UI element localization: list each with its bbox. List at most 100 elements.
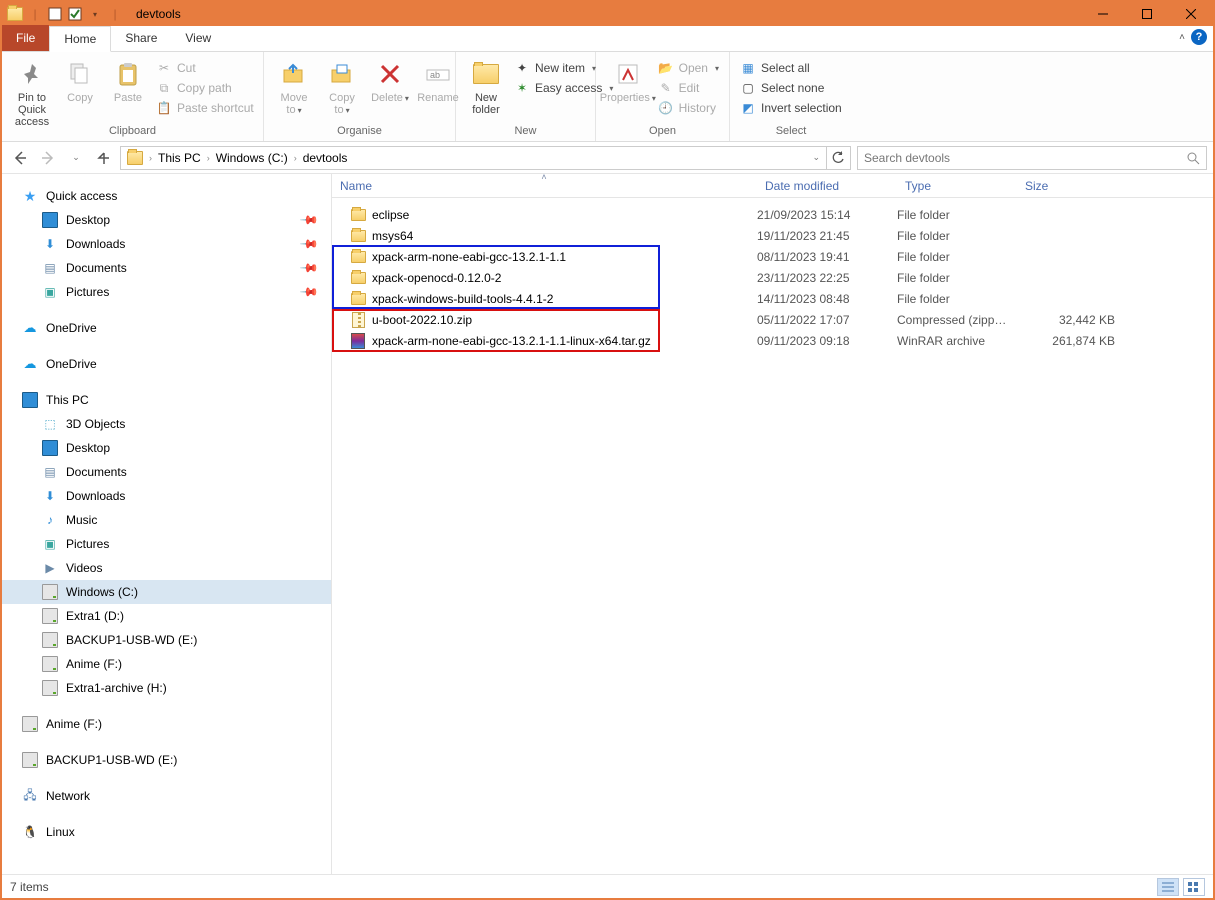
- cloud-icon: ☁: [22, 320, 38, 336]
- nav-documents[interactable]: ▤Documents📌: [2, 256, 331, 280]
- network-icon: 🖧: [22, 788, 38, 804]
- crumb-this-pc[interactable]: This PC: [154, 151, 205, 165]
- nav-extra1-archive-h[interactable]: Extra1-archive (H:): [2, 676, 331, 700]
- pin-icon: 📌: [299, 258, 319, 278]
- move-to-button[interactable]: Move to▾: [270, 54, 318, 117]
- nav-linux[interactable]: 🐧Linux: [2, 820, 331, 844]
- nav-onedrive-1[interactable]: ☁OneDrive: [2, 316, 331, 340]
- tab-view[interactable]: View: [171, 25, 225, 51]
- addr-dropdown[interactable]: ⌄: [808, 152, 824, 163]
- col-size[interactable]: Size: [1017, 174, 1127, 197]
- view-large-icons-button[interactable]: [1183, 878, 1205, 896]
- help-button[interactable]: ?: [1191, 29, 1207, 45]
- new-folder-button[interactable]: New folder: [462, 54, 510, 116]
- copy-to-icon: [326, 58, 358, 90]
- music-icon: ♪: [42, 512, 58, 528]
- refresh-button[interactable]: [826, 147, 848, 169]
- file-type: File folder: [897, 292, 1017, 306]
- history-button[interactable]: 🕘History: [654, 98, 723, 118]
- nav-pc-pictures[interactable]: ▣Pictures: [2, 532, 331, 556]
- file-row[interactable]: eclipse21/09/2023 15:14File folder: [332, 204, 1213, 225]
- nav-3d-objects[interactable]: ⬚3D Objects: [2, 412, 331, 436]
- cut-button[interactable]: ✂Cut: [152, 58, 258, 78]
- crumb-devtools[interactable]: devtools: [299, 151, 352, 165]
- col-type[interactable]: Type: [897, 174, 1017, 197]
- drive-icon: [42, 608, 58, 624]
- col-date[interactable]: Date modified: [757, 174, 897, 197]
- file-date: 21/09/2023 15:14: [757, 208, 897, 222]
- nav-up[interactable]: [92, 146, 116, 170]
- file-row[interactable]: xpack-arm-none-eabi-gcc-13.2.1-1.1-linux…: [332, 330, 1213, 351]
- copy-path-button[interactable]: ⧉Copy path: [152, 78, 258, 98]
- file-row[interactable]: xpack-openocd-0.12.0-223/11/2023 22:25Fi…: [332, 267, 1213, 288]
- nav-videos[interactable]: ▶Videos: [2, 556, 331, 580]
- search-box[interactable]: Search devtools: [857, 146, 1207, 170]
- address-bar[interactable]: › This PC› Windows (C:)› devtools ⌄: [120, 146, 851, 170]
- delete-button[interactable]: Delete▾: [366, 54, 414, 105]
- nav-downloads[interactable]: ⬇Downloads📌: [2, 232, 331, 256]
- file-date: 09/11/2023 09:18: [757, 334, 897, 348]
- cube-icon: ⬚: [42, 416, 58, 432]
- drive-icon: [42, 680, 58, 696]
- nav-extra1-d[interactable]: Extra1 (D:): [2, 604, 331, 628]
- crumb-windows-c[interactable]: Windows (C:): [212, 151, 292, 165]
- nav-music[interactable]: ♪Music: [2, 508, 331, 532]
- nav-pc-documents[interactable]: ▤Documents: [2, 460, 331, 484]
- nav-windows-c[interactable]: Windows (C:): [2, 580, 331, 604]
- nav-desktop[interactable]: Desktop📌: [2, 208, 331, 232]
- nav-this-pc[interactable]: This PC: [2, 388, 331, 412]
- nav-pictures[interactable]: ▣Pictures📌: [2, 280, 331, 304]
- nav-forward[interactable]: [36, 146, 60, 170]
- tab-share[interactable]: Share: [111, 25, 171, 51]
- pin-to-quick-access-button[interactable]: Pin to Quick access: [8, 54, 56, 128]
- copy-button[interactable]: Copy: [56, 54, 104, 104]
- view-details-button[interactable]: [1157, 878, 1179, 896]
- paste-button[interactable]: Paste: [104, 54, 152, 104]
- paste-shortcut-button[interactable]: 📋Paste shortcut: [152, 98, 258, 118]
- nav-recent[interactable]: ⌄: [64, 146, 88, 170]
- copy-to-button[interactable]: Copy to▾: [318, 54, 366, 117]
- invert-selection-button[interactable]: ◩Invert selection: [736, 98, 846, 118]
- nav-pc-desktop[interactable]: Desktop: [2, 436, 331, 460]
- close-button[interactable]: [1169, 2, 1213, 26]
- navigation-pane[interactable]: ★Quick access Desktop📌 ⬇Downloads📌 ▤Docu…: [2, 174, 332, 874]
- properties-button[interactable]: Properties▾: [602, 54, 654, 105]
- nav-backup-e[interactable]: BACKUP1-USB-WD (E:): [2, 628, 331, 652]
- qat-dropdown[interactable]: ▾: [86, 5, 104, 23]
- nav-back[interactable]: [8, 146, 32, 170]
- maximize-button[interactable]: [1125, 2, 1169, 26]
- desktop-icon: [42, 440, 58, 456]
- nav-anime-f[interactable]: Anime (F:): [2, 652, 331, 676]
- group-label-open: Open: [602, 125, 723, 141]
- nav-backup-root[interactable]: BACKUP1-USB-WD (E:): [2, 748, 331, 772]
- qat-newfolder-toggle[interactable]: [66, 5, 84, 23]
- ribbon: Pin to Quick access Copy Paste ✂Cut ⧉Cop…: [2, 52, 1213, 142]
- edit-button[interactable]: ✎Edit: [654, 78, 723, 98]
- file-row[interactable]: xpack-windows-build-tools-4.4.1-214/11/2…: [332, 288, 1213, 309]
- qat-properties-toggle[interactable]: [46, 5, 64, 23]
- nav-quick-access[interactable]: ★Quick access: [2, 184, 331, 208]
- rename-button[interactable]: ab Rename: [414, 54, 462, 104]
- drive-icon: [42, 584, 58, 600]
- nav-network[interactable]: 🖧Network: [2, 784, 331, 808]
- minimize-button[interactable]: [1081, 2, 1125, 26]
- folder-icon: [350, 270, 366, 286]
- tab-file[interactable]: File: [2, 25, 49, 51]
- move-to-icon: [278, 58, 310, 90]
- file-row[interactable]: msys6419/11/2023 21:45File folder: [332, 225, 1213, 246]
- open-button[interactable]: 📂Open▾: [654, 58, 723, 78]
- select-none-button[interactable]: ▢Select none: [736, 78, 846, 98]
- nav-onedrive-2[interactable]: ☁OneDrive: [2, 352, 331, 376]
- file-row[interactable]: u-boot-2022.10.zip05/11/2022 17:07Compre…: [332, 309, 1213, 330]
- ribbon-collapse[interactable]: ˄: [1179, 32, 1185, 43]
- col-name[interactable]: Name˄: [332, 174, 757, 197]
- nav-anime-root[interactable]: Anime (F:): [2, 712, 331, 736]
- qat-folder-icon[interactable]: [6, 5, 24, 23]
- downloads-icon: ⬇: [42, 236, 58, 252]
- this-pc-icon: [22, 392, 38, 408]
- nav-pc-downloads[interactable]: ⬇Downloads: [2, 484, 331, 508]
- group-label-clipboard: Clipboard: [8, 125, 257, 141]
- file-row[interactable]: xpack-arm-none-eabi-gcc-13.2.1-1.108/11/…: [332, 246, 1213, 267]
- tab-home[interactable]: Home: [49, 26, 111, 52]
- select-all-button[interactable]: ▦Select all: [736, 58, 846, 78]
